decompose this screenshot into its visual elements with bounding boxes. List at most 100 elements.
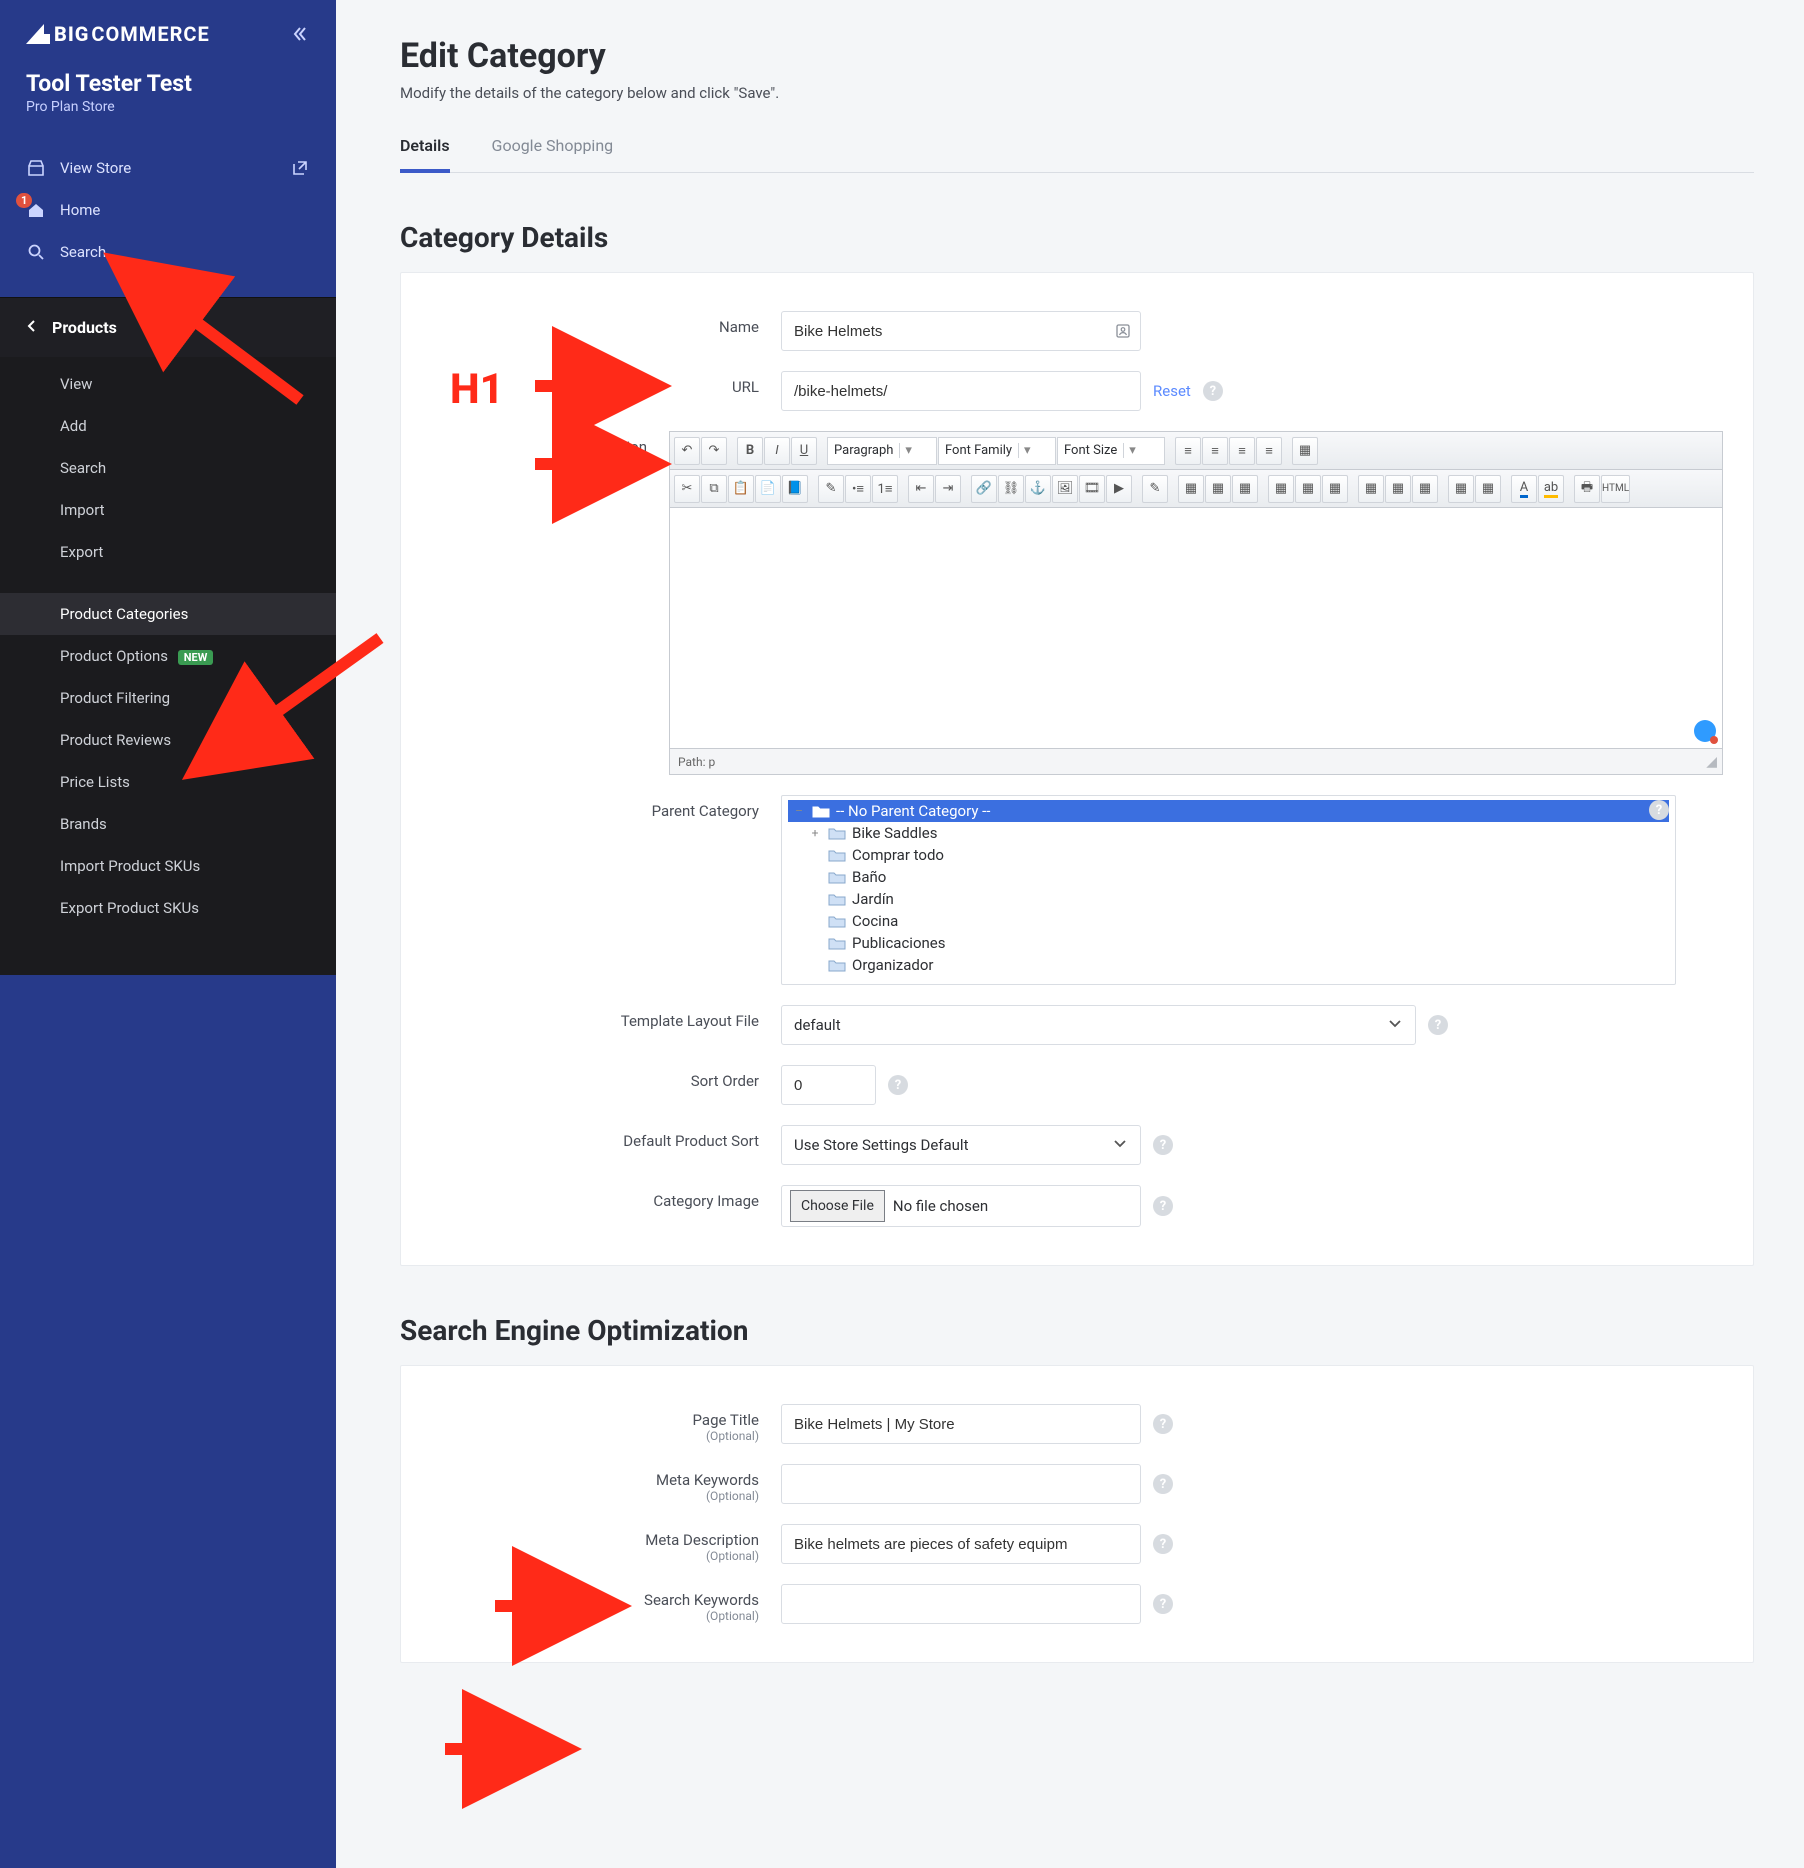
text-color-button[interactable]: A [1511, 475, 1537, 503]
tree-item[interactable]: Jardín [788, 888, 1669, 910]
paste-button[interactable]: 📋 [728, 475, 754, 503]
search-keywords-input[interactable] [781, 1584, 1141, 1624]
redo-button[interactable]: ↷ [701, 437, 727, 465]
delete-col-button[interactable]: ▦ [1412, 475, 1438, 503]
bg-color-button[interactable]: ab [1538, 475, 1564, 503]
youtube-button[interactable]: ▶ [1106, 475, 1132, 503]
subnav-import[interactable]: Import [0, 489, 336, 531]
tree-item[interactable]: +Bike Saddles [788, 822, 1669, 844]
help-icon[interactable]: ? [1153, 1414, 1173, 1434]
insert-col-before-button[interactable]: ▦ [1358, 475, 1384, 503]
meta-keywords-input[interactable] [781, 1464, 1141, 1504]
annotation-arrow-metadesc [440, 1735, 570, 1767]
nav-home-label: Home [60, 201, 100, 219]
file-name: No file chosen [893, 1197, 988, 1215]
help-icon[interactable]: ? [1203, 381, 1223, 401]
choose-file-button[interactable]: Choose File [790, 1190, 885, 1222]
bold-button[interactable]: B [737, 437, 763, 465]
folder-open-icon [812, 804, 830, 818]
tree-item[interactable]: Organizador [788, 954, 1669, 976]
font-size-dropdown[interactable]: Font Size▾ [1057, 437, 1165, 465]
delete-row-button[interactable]: ▦ [1322, 475, 1348, 503]
collapse-sidebar-button[interactable] [288, 23, 310, 45]
underline-button[interactable]: U [791, 437, 817, 465]
nav-view-store[interactable]: View Store [26, 147, 310, 189]
tab-details[interactable]: Details [400, 136, 450, 173]
cell-props-button[interactable]: ▦ [1232, 475, 1258, 503]
help-icon[interactable]: ? [1153, 1474, 1173, 1494]
help-icon[interactable]: ? [1428, 1015, 1448, 1035]
url-input[interactable] [781, 371, 1141, 411]
meta-description-input[interactable] [781, 1524, 1141, 1564]
indent-button[interactable]: ⇥ [935, 475, 961, 503]
url-reset-link[interactable]: Reset [1153, 382, 1191, 400]
label-name: Name [431, 311, 781, 336]
subnav-brands[interactable]: Brands [0, 803, 336, 845]
tree-item[interactable]: Cocina [788, 910, 1669, 932]
grammarly-icon[interactable] [1694, 720, 1716, 742]
label-template: Template Layout File [431, 1005, 781, 1030]
subnav-product-categories[interactable]: Product Categories [0, 593, 336, 635]
label-parent-category: Parent Category [431, 795, 781, 820]
paragraph-dropdown[interactable]: Paragraph▾ [827, 437, 937, 465]
merge-cell-button[interactable]: ▦ [1475, 475, 1501, 503]
align-right-button[interactable]: ≡ [1229, 437, 1255, 465]
italic-button[interactable]: I [764, 437, 790, 465]
tree-root[interactable]: – -- No Parent Category -- [788, 800, 1669, 822]
resize-handle-icon[interactable]: ◢ [1706, 755, 1714, 769]
nav-search[interactable]: Search [26, 231, 310, 273]
media-button[interactable]: 🎞 [1079, 475, 1105, 503]
subnav-price-lists[interactable]: Price Lists [0, 761, 336, 803]
nav-home[interactable]: Home [26, 189, 310, 231]
table-button[interactable]: ▦ [1178, 475, 1204, 503]
paste-text-button[interactable]: 📄 [755, 475, 781, 503]
undo-button[interactable]: ↶ [674, 437, 700, 465]
tree-item[interactable]: Publicaciones [788, 932, 1669, 954]
help-icon[interactable]: ? [1153, 1135, 1173, 1155]
print-button[interactable]: 🖶 [1574, 475, 1600, 503]
font-family-dropdown[interactable]: Font Family▾ [938, 437, 1056, 465]
insert-row-after-button[interactable]: ▦ [1295, 475, 1321, 503]
help-icon[interactable]: ? [1649, 800, 1669, 820]
outdent-button[interactable]: ⇤ [908, 475, 934, 503]
help-icon[interactable]: ? [1153, 1594, 1173, 1614]
cut-button[interactable]: ✂ [674, 475, 700, 503]
help-icon[interactable]: ? [1153, 1534, 1173, 1554]
tree-item[interactable]: Comprar todo [788, 844, 1669, 866]
split-cell-button[interactable]: ▦ [1448, 475, 1474, 503]
toolbar-more-button[interactable]: ▦ [1292, 437, 1318, 465]
parent-category-tree[interactable]: ? – -- No Parent Category -- +Bike Saddl… [781, 795, 1676, 985]
editor-body[interactable] [670, 508, 1722, 748]
row-props-button[interactable]: ▦ [1205, 475, 1231, 503]
paste-word-button[interactable]: 📘 [782, 475, 808, 503]
insert-row-before-button[interactable]: ▦ [1268, 475, 1294, 503]
template-select[interactable]: default [781, 1005, 1416, 1045]
tree-item[interactable]: Baño [788, 866, 1669, 888]
link-button[interactable]: 🔗 [971, 475, 997, 503]
tab-google-shopping[interactable]: Google Shopping [492, 136, 614, 172]
clear-format-button[interactable]: ✎ [818, 475, 844, 503]
unlink-button[interactable]: ⛓ [998, 475, 1024, 503]
edit-button[interactable]: ✎ [1142, 475, 1168, 503]
image-button[interactable]: 🖼 [1052, 475, 1078, 503]
copy-button[interactable]: ⧉ [701, 475, 727, 503]
numbers-button[interactable]: 1≡ [872, 475, 898, 503]
bullets-button[interactable]: •≡ [845, 475, 871, 503]
subnav-search[interactable]: Search [0, 447, 336, 489]
align-justify-button[interactable]: ≡ [1256, 437, 1282, 465]
align-left-button[interactable]: ≡ [1175, 437, 1201, 465]
subnav-import-skus[interactable]: Import Product SKUs [0, 845, 336, 887]
help-icon[interactable]: ? [888, 1075, 908, 1095]
subnav-export-skus[interactable]: Export Product SKUs [0, 887, 336, 929]
html-button[interactable]: HTML [1601, 475, 1630, 503]
default-sort-select[interactable]: Use Store Settings Default [781, 1125, 1141, 1165]
align-center-button[interactable]: ≡ [1202, 437, 1228, 465]
anchor-button[interactable]: ⚓ [1025, 475, 1051, 503]
collapse-icon[interactable]: – [792, 804, 806, 818]
insert-col-after-button[interactable]: ▦ [1385, 475, 1411, 503]
subnav-export[interactable]: Export [0, 531, 336, 573]
help-icon[interactable]: ? [1153, 1196, 1173, 1216]
page-title-input[interactable] [781, 1404, 1141, 1444]
sort-order-input[interactable] [781, 1065, 876, 1105]
name-input[interactable] [781, 311, 1141, 351]
